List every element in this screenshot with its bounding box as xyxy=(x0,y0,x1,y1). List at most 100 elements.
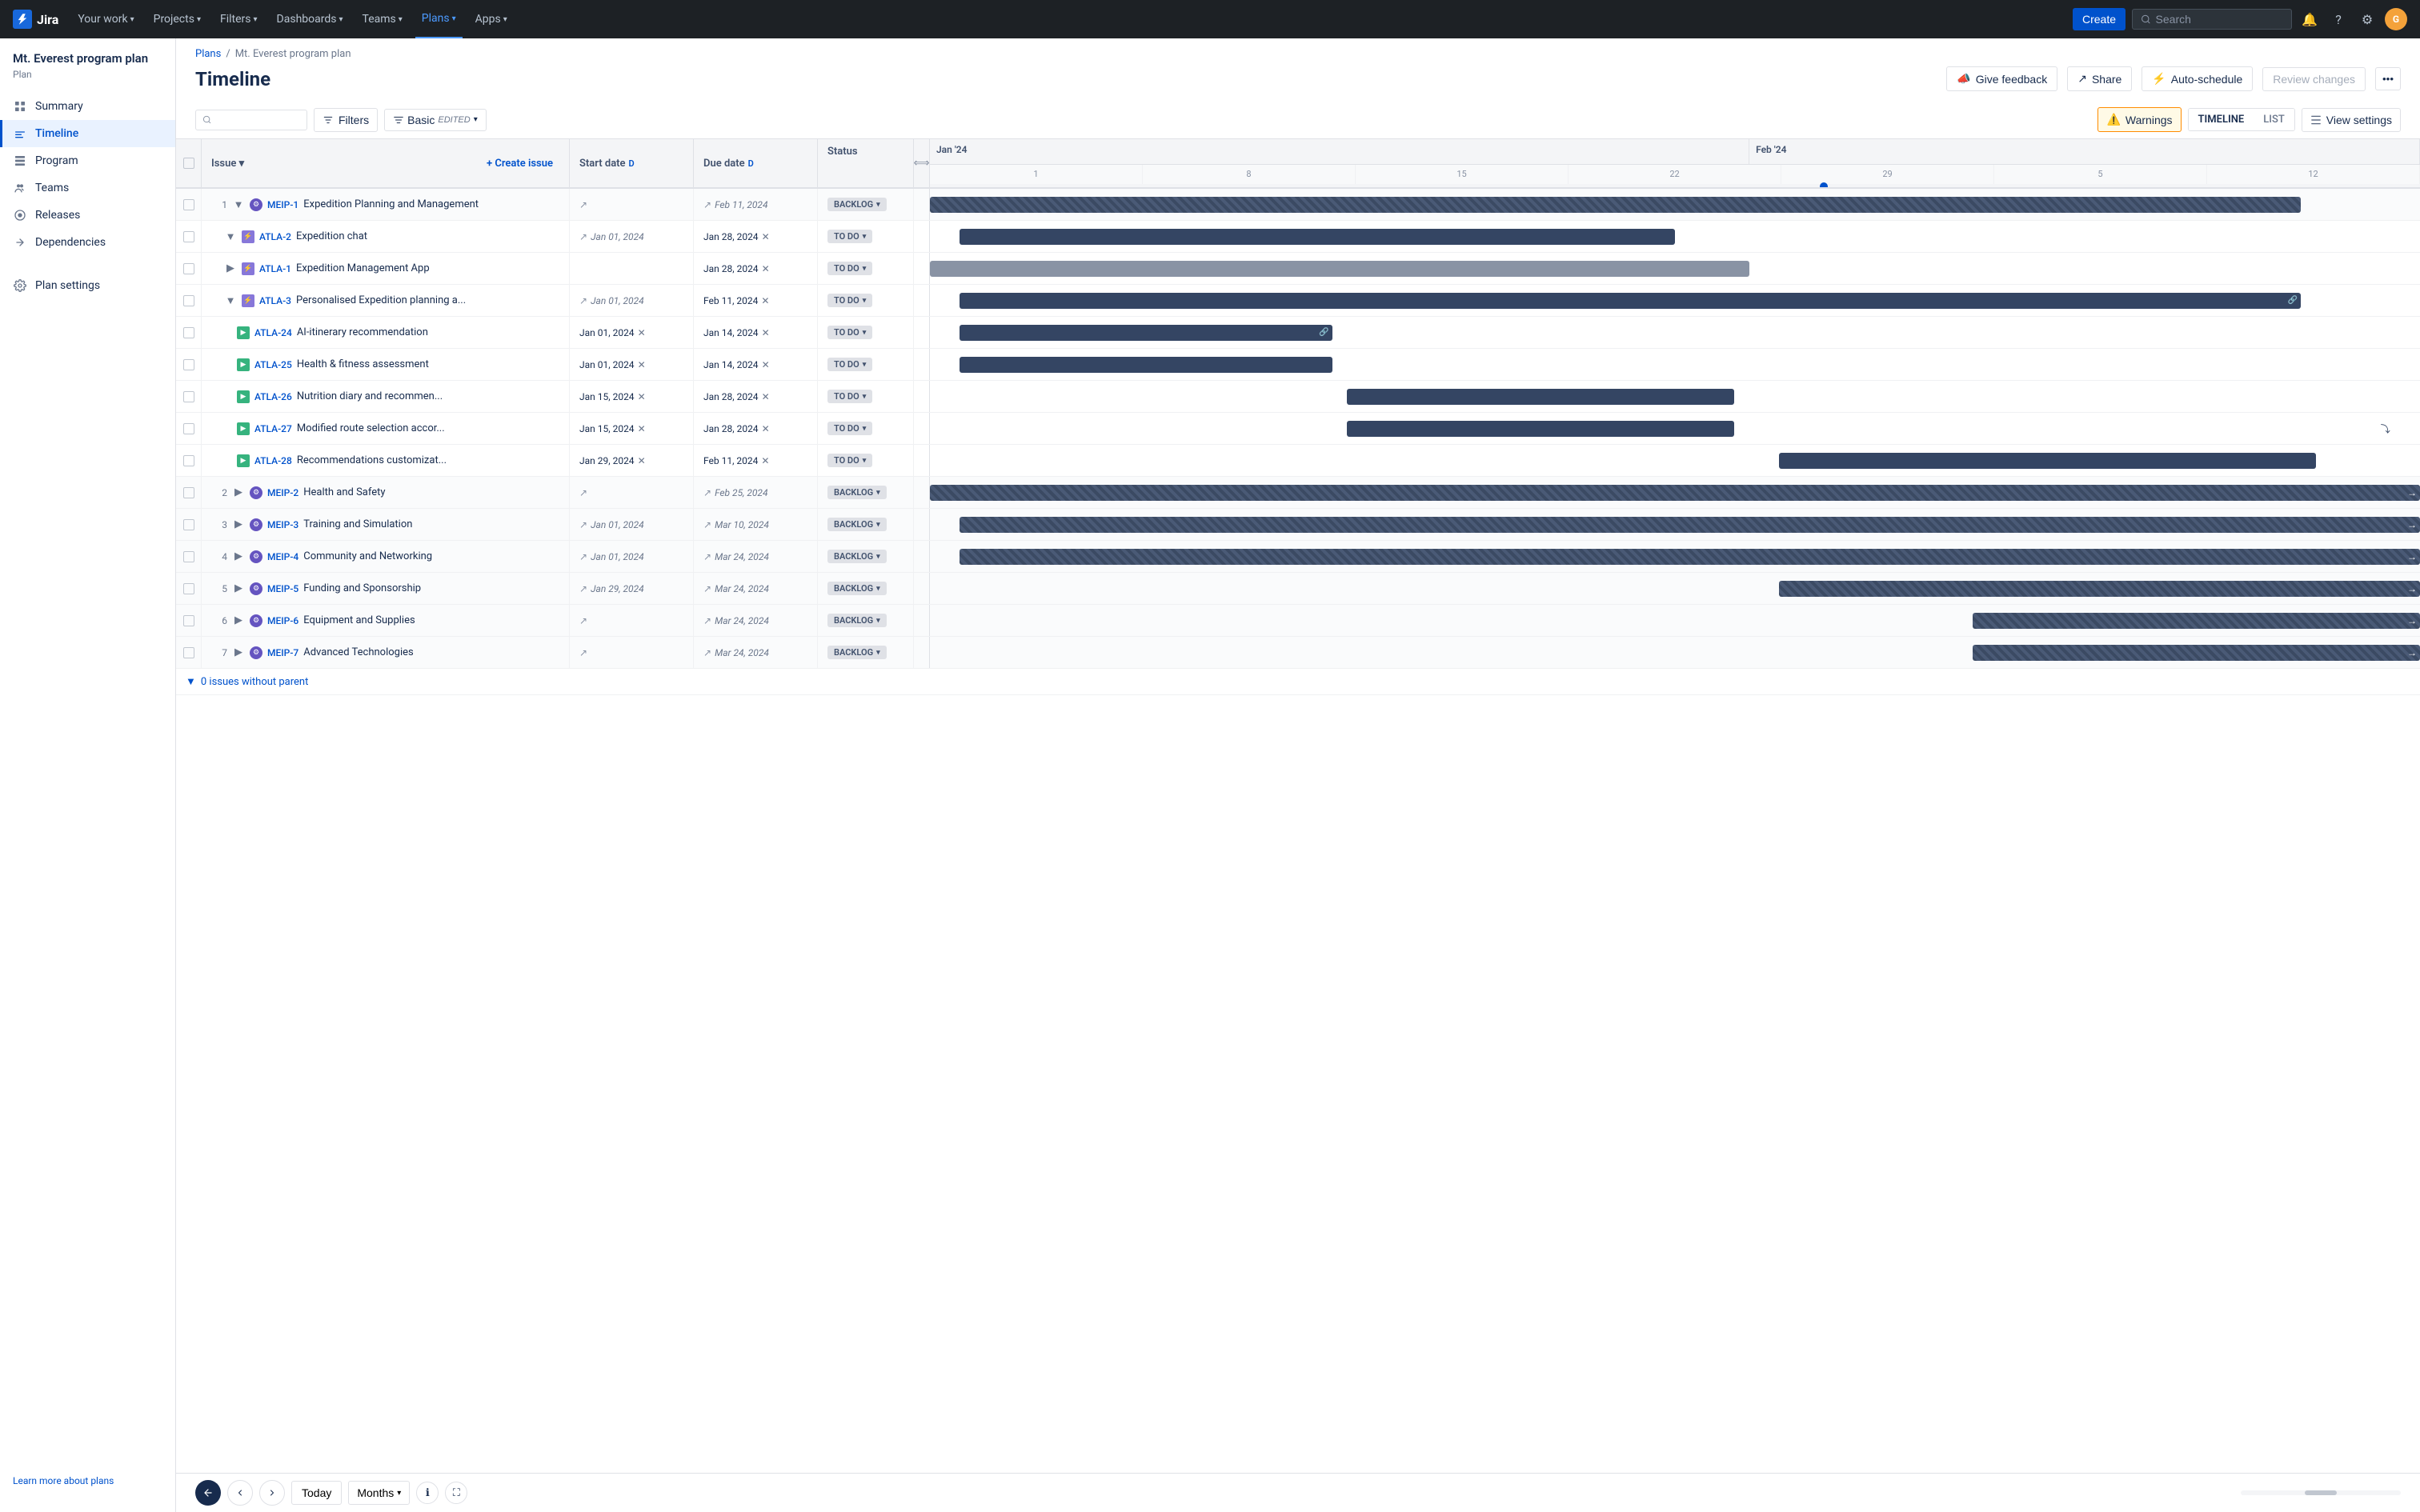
months-button[interactable]: Months ▾ xyxy=(348,1481,410,1505)
gantt-bar[interactable] xyxy=(960,357,1332,373)
issue-search-box[interactable] xyxy=(195,110,307,130)
nav-apps[interactable]: Apps ▾ xyxy=(469,0,514,38)
basic-filter-button[interactable]: Basic EDITED ▾ xyxy=(384,109,487,131)
issue-key[interactable]: MEIP-7 xyxy=(267,647,298,658)
nav-next-button[interactable] xyxy=(259,1480,285,1506)
issue-key[interactable]: ATLA-28 xyxy=(254,455,292,466)
search-box[interactable] xyxy=(2132,9,2292,30)
status-badge[interactable]: TO DO ▾ xyxy=(827,454,872,467)
gantt-bar[interactable]: 🔗 xyxy=(960,325,1332,341)
sidebar-item-program[interactable]: Program xyxy=(0,147,175,174)
issue-key[interactable]: MEIP-5 xyxy=(267,583,298,594)
issue-sort-button[interactable]: Issue ▾ xyxy=(211,158,244,170)
status-badge[interactable]: TO DO ▾ xyxy=(827,230,872,243)
due-date-sort[interactable]: D xyxy=(748,158,754,169)
sidebar-item-releases[interactable]: Releases xyxy=(0,202,175,229)
status-badge[interactable]: TO DO ▾ xyxy=(827,326,872,339)
issue-key[interactable]: MEIP-2 xyxy=(267,487,298,498)
app-logo[interactable]: Jira xyxy=(13,10,58,29)
filters-button[interactable]: Filters xyxy=(314,108,378,132)
issue-key[interactable]: ATLA-1 xyxy=(259,263,291,274)
gantt-bar[interactable]: → xyxy=(1973,645,2420,661)
issue-key[interactable]: ATLA-2 xyxy=(259,231,291,242)
issues-without-parent-row[interactable]: ▼ 0 issues without parent xyxy=(176,669,2420,695)
nav-prev-button[interactable] xyxy=(227,1480,253,1506)
breadcrumb-plans-link[interactable]: Plans xyxy=(195,48,221,60)
status-badge[interactable]: TO DO ▾ xyxy=(827,294,872,307)
status-badge[interactable]: BACKLOG ▾ xyxy=(827,614,887,627)
help-icon[interactable]: ? xyxy=(2327,8,2350,30)
review-changes-button[interactable]: Review changes xyxy=(2262,67,2366,91)
create-issue-button[interactable]: + Create issue xyxy=(480,154,559,173)
fullscreen-button[interactable]: ⛶ xyxy=(445,1482,467,1504)
status-badge[interactable]: BACKLOG ▾ xyxy=(827,486,887,499)
issue-key[interactable]: ATLA-27 xyxy=(254,423,292,434)
give-feedback-button[interactable]: 📣 Give feedback xyxy=(1946,66,2057,91)
status-badge[interactable]: BACKLOG ▾ xyxy=(827,646,887,659)
issue-key[interactable]: ATLA-26 xyxy=(254,391,292,402)
expand-button[interactable]: ▶ xyxy=(232,518,245,531)
expand-button[interactable]: ▶ xyxy=(232,614,245,627)
expand-button[interactable]: ▶ xyxy=(224,262,237,275)
gantt-bar[interactable] xyxy=(960,229,1675,245)
expand-button[interactable]: ▼ xyxy=(232,198,245,211)
notifications-icon[interactable]: 🔔 xyxy=(2298,8,2321,30)
row-checkbox[interactable] xyxy=(176,189,202,220)
issue-search-input[interactable] xyxy=(216,114,300,126)
gantt-bar[interactable]: → xyxy=(1973,613,2420,629)
nav-projects[interactable]: Projects ▾ xyxy=(147,0,207,38)
nav-filters[interactable]: Filters ▾ xyxy=(214,0,264,38)
expand-button[interactable]: ▼ xyxy=(224,230,237,243)
status-badge[interactable]: BACKLOG ▾ xyxy=(827,198,887,211)
col-resize-handle[interactable]: ⟺ xyxy=(914,139,930,187)
sidebar-item-timeline[interactable]: Timeline xyxy=(0,120,175,147)
sidebar-item-summary[interactable]: Summary xyxy=(0,93,175,120)
issue-key[interactable]: ATLA-3 xyxy=(259,295,291,306)
gantt-bar[interactable] xyxy=(1347,389,1734,405)
sidebar-item-teams[interactable]: Teams xyxy=(0,174,175,202)
status-badge[interactable]: TO DO ▾ xyxy=(827,390,872,403)
timeline-view-button[interactable]: TIMELINE xyxy=(2189,109,2254,130)
status-badge[interactable]: BACKLOG ▾ xyxy=(827,582,887,595)
nav-first-button[interactable] xyxy=(195,1480,221,1506)
scroll-track[interactable] xyxy=(2241,1490,2401,1495)
issue-key[interactable]: MEIP-4 xyxy=(267,551,298,562)
info-button[interactable]: ℹ xyxy=(416,1482,439,1504)
scroll-thumb[interactable] xyxy=(2305,1490,2337,1495)
expand-button[interactable]: ▶ xyxy=(232,646,245,659)
gantt-bar[interactable] xyxy=(930,261,1749,277)
create-button[interactable]: Create xyxy=(2073,8,2126,30)
user-avatar[interactable]: G xyxy=(2385,8,2407,30)
issue-key[interactable]: MEIP-6 xyxy=(267,615,298,626)
expand-button[interactable]: ▶ xyxy=(232,486,245,499)
issue-key[interactable]: MEIP-1 xyxy=(267,199,298,210)
nav-teams[interactable]: Teams ▾ xyxy=(356,0,409,38)
issue-key[interactable]: ATLA-25 xyxy=(254,359,292,370)
settings-icon[interactable]: ⚙ xyxy=(2356,8,2378,30)
expand-button[interactable]: ▶ xyxy=(232,550,245,563)
share-button[interactable]: ↗ Share xyxy=(2067,66,2132,91)
sidebar-item-plan-settings[interactable]: Plan settings xyxy=(0,272,175,299)
sidebar-item-dependencies[interactable]: Dependencies xyxy=(0,229,175,256)
status-badge[interactable]: TO DO ▾ xyxy=(827,422,872,435)
start-date-sort[interactable]: D xyxy=(629,158,635,169)
nav-your-work[interactable]: Your work ▾ xyxy=(71,0,140,38)
search-input[interactable] xyxy=(2156,13,2283,26)
gantt-bar[interactable]: → xyxy=(960,549,2420,565)
gantt-bar[interactable] xyxy=(1779,453,2315,469)
sidebar-footer-link[interactable]: Learn more about plans xyxy=(0,1462,175,1499)
nav-dashboards[interactable]: Dashboards ▾ xyxy=(270,0,350,38)
expand-button[interactable]: ▼ xyxy=(224,294,237,307)
expand-button[interactable]: ▶ xyxy=(232,582,245,595)
gantt-bar[interactable]: 🔗 xyxy=(960,293,2301,309)
status-badge[interactable]: BACKLOG ▾ xyxy=(827,550,887,563)
gantt-bar[interactable]: → xyxy=(960,517,2420,533)
view-settings-button[interactable]: View settings xyxy=(2302,108,2401,132)
status-badge[interactable]: TO DO ▾ xyxy=(827,358,872,371)
warnings-button[interactable]: ⚠️ Warnings xyxy=(2097,107,2181,132)
select-all-checkbox[interactable] xyxy=(183,158,194,169)
gantt-bar[interactable] xyxy=(1347,421,1734,437)
auto-schedule-button[interactable]: ⚡ Auto-schedule xyxy=(2142,66,2253,91)
issue-key[interactable]: ATLA-24 xyxy=(254,327,292,338)
today-button[interactable]: Today xyxy=(291,1481,342,1505)
